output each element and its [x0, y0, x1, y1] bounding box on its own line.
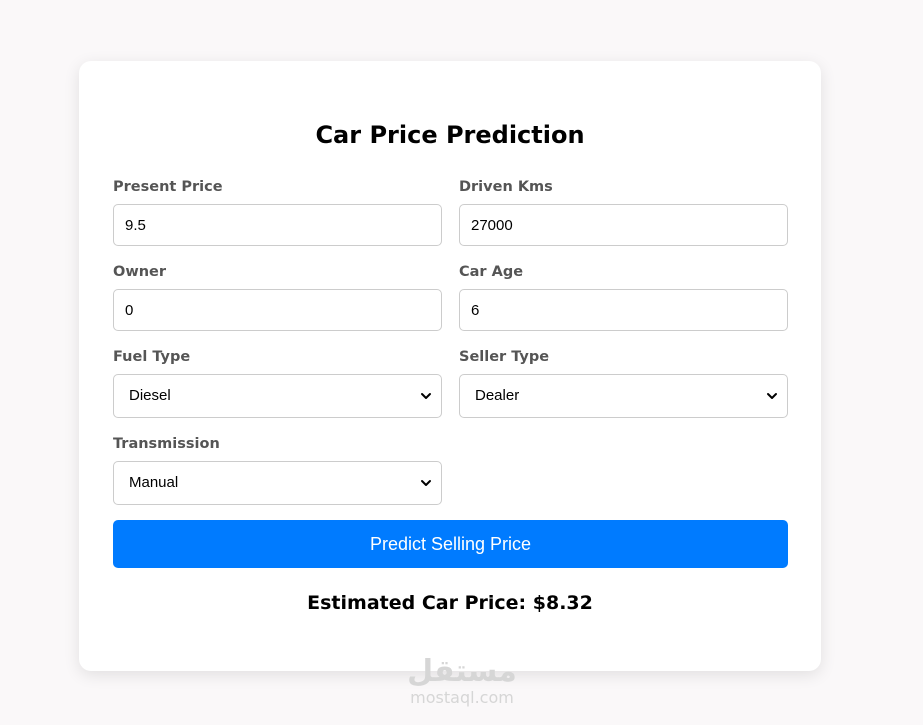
owner-group: Owner [113, 263, 443, 331]
driven-kms-input[interactable] [459, 204, 788, 246]
seller-type-group: Seller Type Dealer [459, 348, 789, 418]
seller-type-selected-value: Dealer [475, 387, 520, 404]
transmission-group: Transmission Manual [113, 435, 443, 505]
transmission-label: Transmission [113, 436, 220, 452]
driven-kms-group: Driven Kms [459, 178, 789, 246]
car-age-label: Car Age [459, 264, 524, 280]
watermark: مستقل mostaql.com [400, 655, 524, 707]
fuel-type-select[interactable]: Diesel [113, 374, 442, 418]
owner-input[interactable] [113, 289, 442, 331]
present-price-label: Present Price [113, 179, 223, 195]
chevron-down-icon [421, 480, 431, 486]
fuel-type-label: Fuel Type [113, 349, 191, 365]
present-price-input[interactable] [113, 204, 442, 246]
chevron-down-icon [767, 393, 777, 399]
chevron-down-icon [421, 393, 431, 399]
seller-type-label: Seller Type [459, 349, 550, 365]
transmission-selected-value: Manual [129, 474, 179, 491]
page-title: Car Price Prediction [315, 121, 585, 149]
seller-type-select[interactable]: Dealer [459, 374, 788, 418]
fuel-type-group: Fuel Type Diesel [113, 348, 443, 418]
driven-kms-label: Driven Kms [459, 179, 553, 195]
present-price-group: Present Price [113, 178, 443, 246]
predict-button[interactable]: Predict Selling Price [113, 520, 788, 568]
watermark-logo: مستقل [407, 654, 517, 689]
estimated-price-result: Estimated Car Price: $8.32 [307, 592, 593, 614]
watermark-site: mostaql.com [410, 688, 514, 707]
car-age-group: Car Age [459, 263, 789, 331]
transmission-select[interactable]: Manual [113, 461, 442, 505]
car-age-input[interactable] [459, 289, 788, 331]
fuel-type-selected-value: Diesel [129, 387, 171, 404]
prediction-card: Car Price Prediction Present Price Drive… [79, 61, 821, 671]
owner-label: Owner [113, 264, 167, 280]
